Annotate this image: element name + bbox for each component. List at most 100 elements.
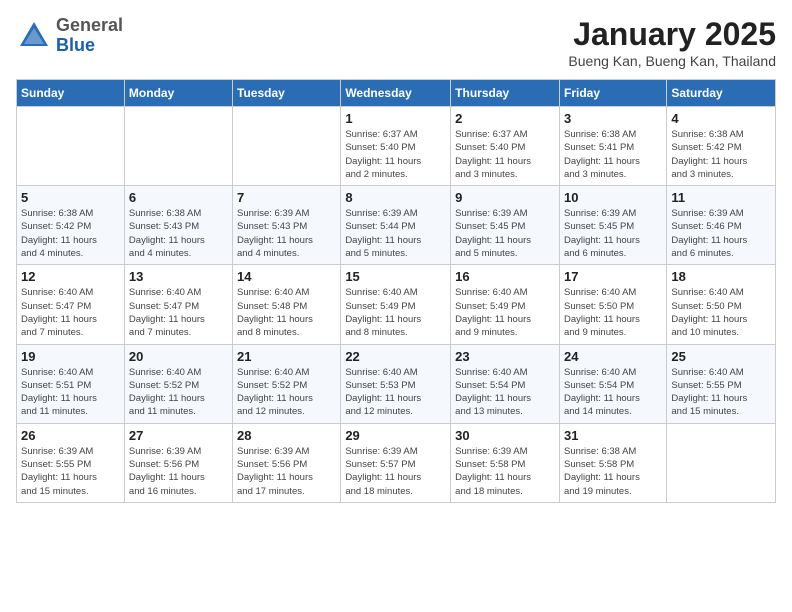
day-number: 21 bbox=[237, 349, 336, 364]
day-number: 10 bbox=[564, 190, 662, 205]
day-number: 1 bbox=[345, 111, 446, 126]
day-cell: 24 Sunrise: 6:40 AMSunset: 5:54 PMDayligh… bbox=[559, 344, 666, 423]
day-cell bbox=[667, 423, 776, 502]
day-cell: 25Sunrise: 6:40 AMSunset: 5:55 PMDayligh… bbox=[667, 344, 776, 423]
day-cell: 15 Sunrise: 6:40 AMSunset: 5:49 PMDayligh… bbox=[341, 265, 451, 344]
week-row-1: 1 Sunrise: 6:37 AMSunset: 5:40 PMDaylight… bbox=[17, 107, 776, 186]
day-cell: 19 Sunrise: 6:40 AMSunset: 5:51 PMDayligh… bbox=[17, 344, 125, 423]
day-number: 28 bbox=[237, 428, 336, 443]
weekday-header-tuesday: Tuesday bbox=[233, 80, 341, 107]
day-number: 24 bbox=[564, 349, 662, 364]
page-header: General Blue January 2025 Bueng Kan, Bue… bbox=[16, 16, 776, 69]
logo: General Blue bbox=[16, 16, 123, 56]
logo-icon bbox=[16, 18, 52, 54]
day-info: Sunrise: 6:39 AMSunset: 5:46 PMDaylight:… bbox=[671, 207, 771, 260]
day-cell: 2 Sunrise: 6:37 AMSunset: 5:40 PMDaylight… bbox=[451, 107, 560, 186]
day-info: Sunrise: 6:39 AMSunset: 5:43 PMDaylight:… bbox=[237, 207, 336, 260]
day-cell: 14 Sunrise: 6:40 AMSunset: 5:48 PMDayligh… bbox=[233, 265, 341, 344]
title-block: January 2025 Bueng Kan, Bueng Kan, Thail… bbox=[568, 16, 776, 69]
day-number: 30 bbox=[455, 428, 555, 443]
day-info: Sunrise: 6:40 AMSunset: 5:54 PMDaylight:… bbox=[455, 366, 555, 419]
day-number: 5 bbox=[21, 190, 120, 205]
day-number: 17 bbox=[564, 269, 662, 284]
day-cell: 28 Sunrise: 6:39 AMSunset: 5:56 PMDayligh… bbox=[233, 423, 341, 502]
week-row-2: 5Sunrise: 6:38 AMSunset: 5:42 PMDaylight… bbox=[17, 186, 776, 265]
day-cell: 26Sunrise: 6:39 AMSunset: 5:55 PMDayligh… bbox=[17, 423, 125, 502]
day-number: 4 bbox=[671, 111, 771, 126]
day-info: Sunrise: 6:37 AMSunset: 5:40 PMDaylight:… bbox=[455, 128, 555, 181]
day-cell: 5Sunrise: 6:38 AMSunset: 5:42 PMDaylight… bbox=[17, 186, 125, 265]
day-number: 14 bbox=[237, 269, 336, 284]
day-info: Sunrise: 6:39 AMSunset: 5:58 PMDaylight:… bbox=[455, 445, 555, 498]
day-number: 31 bbox=[564, 428, 662, 443]
day-cell: 18 Sunrise: 6:40 AMSunset: 5:50 PMDayligh… bbox=[667, 265, 776, 344]
day-number: 18 bbox=[671, 269, 771, 284]
day-info: Sunrise: 6:40 AMSunset: 5:49 PMDaylight:… bbox=[345, 286, 446, 339]
day-info: Sunrise: 6:38 AMSunset: 5:42 PMDaylight:… bbox=[671, 128, 771, 181]
day-cell: 3 Sunrise: 6:38 AMSunset: 5:41 PMDaylight… bbox=[559, 107, 666, 186]
day-number: 16 bbox=[455, 269, 555, 284]
day-cell: 22 Sunrise: 6:40 AMSunset: 5:53 PMDayligh… bbox=[341, 344, 451, 423]
day-cell: 29Sunrise: 6:39 AMSunset: 5:57 PMDayligh… bbox=[341, 423, 451, 502]
day-info: Sunrise: 6:40 AMSunset: 5:52 PMDaylight:… bbox=[129, 366, 228, 419]
logo-general-text: General bbox=[56, 16, 123, 36]
day-cell: 31 Sunrise: 6:38 AMSunset: 5:58 PMDayligh… bbox=[559, 423, 666, 502]
day-info: Sunrise: 6:40 AMSunset: 5:51 PMDaylight:… bbox=[21, 366, 120, 419]
week-row-3: 12Sunrise: 6:40 AMSunset: 5:47 PMDayligh… bbox=[17, 265, 776, 344]
day-cell: 9 Sunrise: 6:39 AMSunset: 5:45 PMDaylight… bbox=[451, 186, 560, 265]
day-number: 19 bbox=[21, 349, 120, 364]
day-info: Sunrise: 6:38 AMSunset: 5:43 PMDaylight:… bbox=[129, 207, 228, 260]
day-cell: 8 Sunrise: 6:39 AMSunset: 5:44 PMDaylight… bbox=[341, 186, 451, 265]
day-number: 23 bbox=[455, 349, 555, 364]
day-cell: 16Sunrise: 6:40 AMSunset: 5:49 PMDayligh… bbox=[451, 265, 560, 344]
day-number: 20 bbox=[129, 349, 228, 364]
day-number: 2 bbox=[455, 111, 555, 126]
weekday-header-friday: Friday bbox=[559, 80, 666, 107]
day-info: Sunrise: 6:40 AMSunset: 5:47 PMDaylight:… bbox=[21, 286, 120, 339]
location: Bueng Kan, Bueng Kan, Thailand bbox=[568, 53, 776, 69]
day-cell bbox=[17, 107, 125, 186]
weekday-header-row: SundayMondayTuesdayWednesdayThursdayFrid… bbox=[17, 80, 776, 107]
day-info: Sunrise: 6:39 AMSunset: 5:44 PMDaylight:… bbox=[345, 207, 446, 260]
day-info: Sunrise: 6:40 AMSunset: 5:48 PMDaylight:… bbox=[237, 286, 336, 339]
week-row-5: 26Sunrise: 6:39 AMSunset: 5:55 PMDayligh… bbox=[17, 423, 776, 502]
month-title: January 2025 bbox=[568, 16, 776, 53]
day-cell: 6Sunrise: 6:38 AMSunset: 5:43 PMDaylight… bbox=[124, 186, 232, 265]
day-cell: 4 Sunrise: 6:38 AMSunset: 5:42 PMDaylight… bbox=[667, 107, 776, 186]
day-cell bbox=[124, 107, 232, 186]
day-cell: 13Sunrise: 6:40 AMSunset: 5:47 PMDayligh… bbox=[124, 265, 232, 344]
weekday-header-sunday: Sunday bbox=[17, 80, 125, 107]
day-info: Sunrise: 6:39 AMSunset: 5:55 PMDaylight:… bbox=[21, 445, 120, 498]
day-number: 22 bbox=[345, 349, 446, 364]
day-number: 8 bbox=[345, 190, 446, 205]
calendar-table: SundayMondayTuesdayWednesdayThursdayFrid… bbox=[16, 79, 776, 503]
day-number: 11 bbox=[671, 190, 771, 205]
day-cell: 27Sunrise: 6:39 AMSunset: 5:56 PMDayligh… bbox=[124, 423, 232, 502]
day-cell: 20 Sunrise: 6:40 AMSunset: 5:52 PMDayligh… bbox=[124, 344, 232, 423]
day-number: 9 bbox=[455, 190, 555, 205]
day-info: Sunrise: 6:40 AMSunset: 5:53 PMDaylight:… bbox=[345, 366, 446, 419]
day-info: Sunrise: 6:38 AMSunset: 5:41 PMDaylight:… bbox=[564, 128, 662, 181]
weekday-header-monday: Monday bbox=[124, 80, 232, 107]
day-cell: 17Sunrise: 6:40 AMSunset: 5:50 PMDayligh… bbox=[559, 265, 666, 344]
day-info: Sunrise: 6:40 AMSunset: 5:54 PMDaylight:… bbox=[564, 366, 662, 419]
week-row-4: 19 Sunrise: 6:40 AMSunset: 5:51 PMDayligh… bbox=[17, 344, 776, 423]
day-info: Sunrise: 6:40 AMSunset: 5:50 PMDaylight:… bbox=[671, 286, 771, 339]
day-cell bbox=[233, 107, 341, 186]
day-info: Sunrise: 6:38 AMSunset: 5:58 PMDaylight:… bbox=[564, 445, 662, 498]
day-number: 3 bbox=[564, 111, 662, 126]
day-info: Sunrise: 6:40 AMSunset: 5:52 PMDaylight:… bbox=[237, 366, 336, 419]
day-cell: 10Sunrise: 6:39 AMSunset: 5:45 PMDayligh… bbox=[559, 186, 666, 265]
day-info: Sunrise: 6:39 AMSunset: 5:45 PMDaylight:… bbox=[455, 207, 555, 260]
day-cell: 1Sunrise: 6:37 AMSunset: 5:40 PMDaylight… bbox=[341, 107, 451, 186]
day-info: Sunrise: 6:40 AMSunset: 5:47 PMDaylight:… bbox=[129, 286, 228, 339]
weekday-header-saturday: Saturday bbox=[667, 80, 776, 107]
day-info: Sunrise: 6:39 AMSunset: 5:56 PMDaylight:… bbox=[237, 445, 336, 498]
day-cell: 23 Sunrise: 6:40 AMSunset: 5:54 PMDayligh… bbox=[451, 344, 560, 423]
weekday-header-wednesday: Wednesday bbox=[341, 80, 451, 107]
day-number: 27 bbox=[129, 428, 228, 443]
day-number: 25 bbox=[671, 349, 771, 364]
day-number: 15 bbox=[345, 269, 446, 284]
day-number: 29 bbox=[345, 428, 446, 443]
day-cell: 30 Sunrise: 6:39 AMSunset: 5:58 PMDayligh… bbox=[451, 423, 560, 502]
